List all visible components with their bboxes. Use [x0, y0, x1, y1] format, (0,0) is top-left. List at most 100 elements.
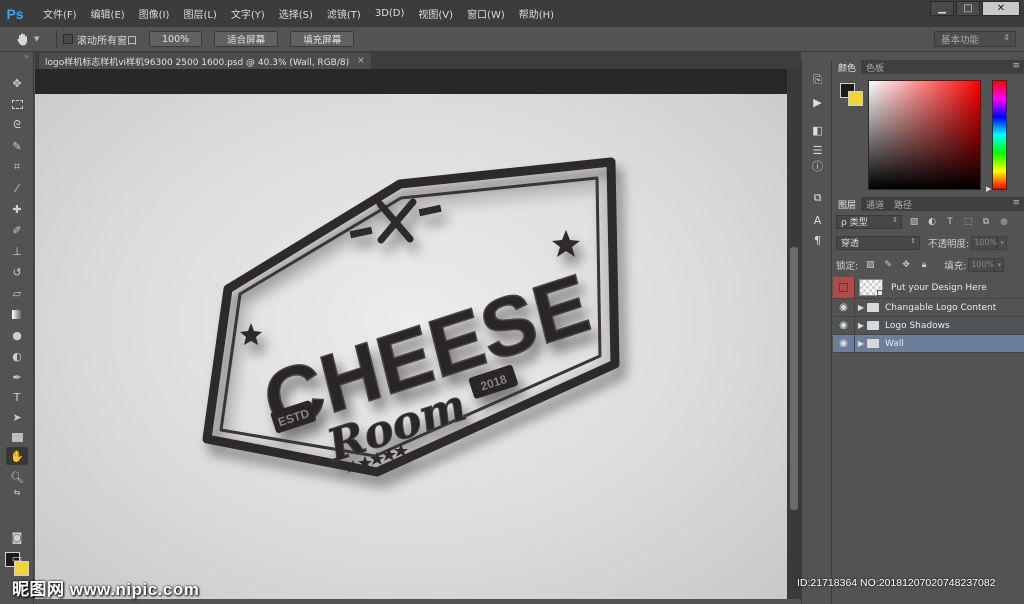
tab-channels[interactable]: 通道: [861, 197, 889, 211]
quick-select-tool-icon[interactable]: ✎: [6, 137, 28, 155]
layer-row[interactable]: ◉ ▶ Changable Logo Content: [833, 299, 1024, 317]
workspace-switcher[interactable]: 基本功能 ⇕: [934, 31, 1016, 47]
layer-row-selected[interactable]: ◉ ▶ Wall: [833, 335, 1024, 353]
actions-panel-icon[interactable]: ▶: [809, 94, 826, 110]
color-spectrum-field[interactable]: [868, 80, 981, 190]
menu-help[interactable]: 帮助(H): [512, 6, 561, 21]
tab-layers[interactable]: 图层: [833, 197, 862, 211]
paragraph-panel-icon[interactable]: ¶: [809, 232, 826, 248]
pen-tool-icon[interactable]: ✒: [6, 368, 28, 386]
document-tab[interactable]: logo样机标志样机vi样机96300 2500 1600.psd @ 40.3…: [39, 53, 371, 69]
crop-tool-icon[interactable]: ⌗: [6, 158, 28, 176]
menu-layer[interactable]: 图层(L): [176, 6, 223, 21]
menu-image[interactable]: 图像(I): [132, 6, 177, 21]
blend-mode-select[interactable]: 穿透 ⇕: [836, 235, 920, 250]
expand-group-icon[interactable]: ▶: [855, 321, 867, 330]
eraser-tool-icon[interactable]: ▱: [6, 284, 28, 302]
screen-mode-icon[interactable]: ▭: [6, 549, 28, 567]
quick-mask-icon[interactable]: ◙: [6, 528, 28, 546]
document-canvas[interactable]: CHEESE Room ESTD 2018: [35, 94, 787, 599]
eye-icon[interactable]: ◉: [833, 335, 855, 352]
menu-edit[interactable]: 编辑(E): [84, 6, 132, 21]
lock-transparent-icon[interactable]: ▨: [864, 259, 876, 271]
character-panel-icon[interactable]: [809, 190, 826, 206]
fill-dropdown-icon[interactable]: ▾: [994, 257, 1005, 272]
restore-button[interactable]: □: [956, 1, 980, 16]
minimize-button[interactable]: ▁: [930, 1, 954, 16]
lock-position-icon[interactable]: ✥: [900, 259, 912, 271]
hue-slider-arrow-icon[interactable]: ▶: [986, 185, 991, 193]
fill-input[interactable]: 100%: [968, 257, 995, 272]
panel-menu-icon[interactable]: ≡: [1012, 198, 1020, 208]
filter-toggle-icon[interactable]: ●: [998, 216, 1010, 228]
adjustments-panel-icon[interactable]: ◧: [809, 122, 826, 138]
tab-swatches[interactable]: 色板: [861, 60, 889, 74]
info-panel-icon[interactable]: ⓘ: [809, 158, 826, 174]
hand-tool-icon[interactable]: ✋: [6, 447, 28, 465]
close-tab-icon[interactable]: ×: [357, 56, 365, 66]
lock-image-icon[interactable]: ✎: [882, 259, 894, 271]
clone-stamp-tool-icon[interactable]: ⊥: [6, 242, 28, 260]
marquee-tool-icon[interactable]: [6, 95, 28, 113]
tab-paths[interactable]: 路径: [889, 197, 917, 211]
zoom-100-button[interactable]: 100%: [149, 31, 203, 47]
gradient-tool-icon[interactable]: [6, 305, 28, 323]
fit-screen-button[interactable]: 适合屏幕: [214, 31, 279, 47]
brush-tool-icon[interactable]: ✐: [6, 221, 28, 239]
filter-smart-object-icon[interactable]: ⧉: [980, 216, 992, 228]
lock-all-icon[interactable]: 🔒︎: [918, 259, 930, 271]
lasso-tool-icon[interactable]: ᘓ: [6, 116, 28, 134]
layer-filter-select[interactable]: ρ 类型 ⇕: [836, 214, 902, 229]
opacity-input[interactable]: 100%: [971, 235, 998, 250]
path-select-tool-icon[interactable]: ➤: [6, 408, 28, 426]
opacity-dropdown-icon[interactable]: ▾: [997, 235, 1008, 250]
canvas-area[interactable]: CHEESE Room ESTD 2018: [35, 69, 787, 599]
filter-pixel-icon[interactable]: ▨: [908, 216, 920, 228]
chevron-updown-icon: ⇕: [1003, 33, 1010, 42]
layer-row[interactable]: Put your Design Here: [833, 277, 1024, 299]
zoom-tool-icon[interactable]: 🔍︎: [6, 468, 28, 486]
fill-screen-button[interactable]: 填充屏幕: [290, 31, 355, 47]
layer-row[interactable]: ◉ ▶ Logo Shadows: [833, 317, 1024, 335]
history-brush-tool-icon[interactable]: ↺: [6, 263, 28, 281]
eye-icon[interactable]: ◉: [833, 317, 855, 334]
swap-colors-icon[interactable]: ⇆: [6, 486, 28, 498]
healing-brush-tool-icon[interactable]: ✚: [6, 200, 28, 218]
scroll-all-windows-option[interactable]: 滚动所有窗口: [63, 32, 137, 47]
layer-name: Wall: [885, 338, 904, 349]
properties-panel-icon[interactable]: ☰: [809, 142, 826, 158]
move-tool-icon[interactable]: ✥: [6, 74, 28, 92]
menu-type[interactable]: 文字(Y): [224, 6, 272, 21]
expand-group-icon[interactable]: ▶: [855, 339, 867, 348]
eye-icon[interactable]: ◉: [833, 299, 855, 316]
menu-file[interactable]: 文件(F): [36, 6, 84, 21]
menu-view[interactable]: 视图(V): [411, 6, 460, 21]
filter-adjustment-icon[interactable]: ◐: [926, 216, 938, 228]
dodge-tool-icon[interactable]: ◐: [6, 347, 28, 365]
expand-group-icon[interactable]: ▶: [855, 303, 867, 312]
eyedropper-tool-icon[interactable]: ⁄: [6, 179, 28, 197]
type-tool-icon[interactable]: T: [6, 388, 28, 406]
scrollbar-thumb[interactable]: [790, 247, 798, 510]
filter-shape-icon[interactable]: ⬚: [962, 216, 974, 228]
menu-filter[interactable]: 滤镜(T): [320, 6, 368, 21]
panel-menu-icon[interactable]: ≡: [1012, 61, 1020, 71]
hue-slider[interactable]: [992, 80, 1007, 190]
layer-visibility-toggle[interactable]: [833, 277, 855, 298]
menu-3d[interactable]: 3D(D): [368, 8, 412, 19]
character-panel-icon[interactable]: A: [809, 212, 826, 228]
filter-type-icon[interactable]: T: [944, 216, 956, 228]
blur-tool-icon[interactable]: ●: [6, 326, 28, 344]
tool-preset-picker[interactable]: ▼: [16, 29, 50, 50]
history-panel-icon[interactable]: ⎘: [809, 72, 826, 88]
tab-color[interactable]: 颜色: [833, 60, 862, 74]
rectangle-tool-icon[interactable]: [6, 428, 28, 446]
canvas-vertical-scrollbar[interactable]: [787, 69, 801, 599]
color-panel-background[interactable]: [848, 91, 863, 106]
scroll-all-checkbox[interactable]: [63, 34, 73, 44]
menu-window[interactable]: 窗口(W): [460, 6, 512, 21]
collapse-toolbar-icon[interactable]: »: [0, 52, 33, 68]
separator: [56, 30, 57, 48]
close-button[interactable]: ✕: [982, 1, 1020, 16]
menu-select[interactable]: 选择(S): [272, 6, 320, 21]
